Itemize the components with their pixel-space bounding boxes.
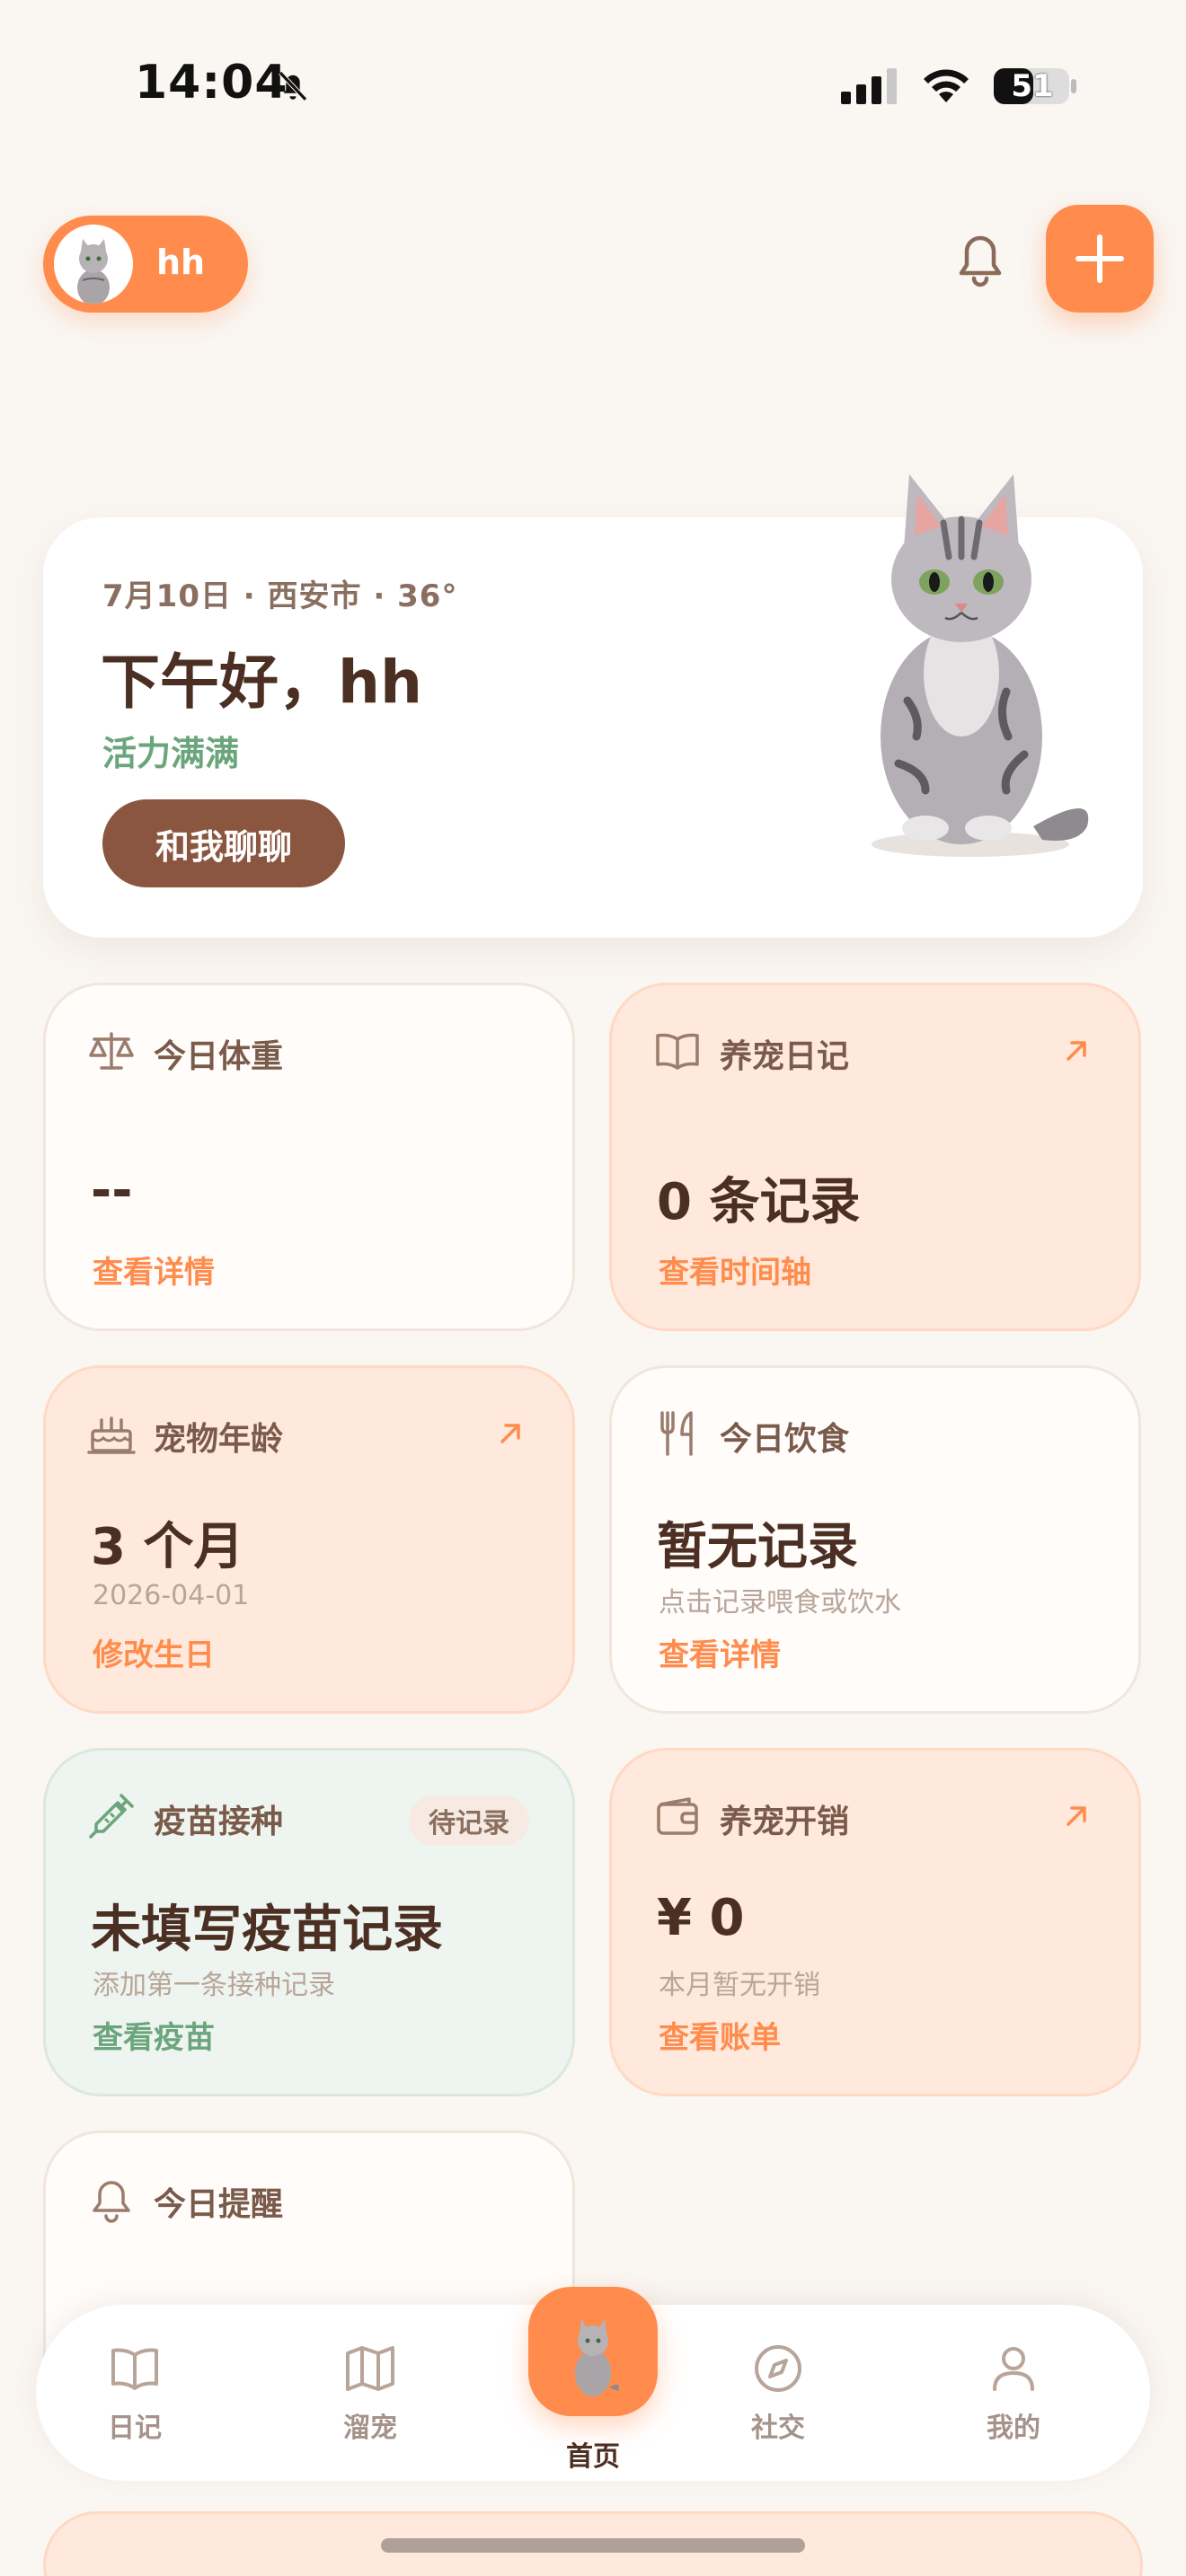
add-button[interactable] <box>1046 205 1154 313</box>
diet-hint: 点击记录喂食或饮水 <box>659 1587 901 1619</box>
weight-card[interactable]: 今日体重 -- 查看详情 <box>43 983 575 1331</box>
nav-social[interactable]: 社交 <box>724 2341 832 2445</box>
bottom-navigation: 日记 溜宠 首页 社交 我的 <box>36 2287 1150 2481</box>
battery-level: 51 <box>1011 68 1054 104</box>
diary-timeline-link[interactable]: 查看时间轴 <box>659 1248 811 1292</box>
cat-icon <box>575 2319 619 2396</box>
expense-hint: 本月暂无开销 <box>659 1970 820 2001</box>
diet-value: 暂无记录 <box>657 1518 858 1576</box>
nav-home[interactable] <box>528 2287 658 2416</box>
syringe-icon <box>89 1794 134 1839</box>
wifi-icon <box>924 69 969 102</box>
plus-icon <box>1075 234 1124 283</box>
arrow-up-right-icon[interactable] <box>495 1418 526 1449</box>
nav-walk[interactable]: 溜宠 <box>316 2341 424 2445</box>
profile-switch-button[interactable]: hh <box>43 216 248 313</box>
vaccine-card[interactable]: 疫苗接种 待记录 未填写疫苗记录 添加第一条接种记录 查看疫苗 <box>43 1748 575 2096</box>
nav-diary-label: 日记 <box>108 2413 162 2444</box>
birthday-date: 2026-04-01 <box>93 1580 250 1611</box>
weight-value: -- <box>91 1161 133 1220</box>
diet-title: 今日饮食 <box>720 1421 850 1458</box>
nav-diary[interactable]: 日记 <box>81 2341 189 2445</box>
expense-bill-link[interactable]: 查看账单 <box>659 2013 781 2057</box>
pet-age-value: 3 个月 <box>91 1518 244 1576</box>
wallet-icon <box>657 1797 698 1835</box>
edit-birthday-link[interactable]: 修改生日 <box>93 1630 215 1674</box>
pet-avatar <box>54 225 133 304</box>
nav-mine-label: 我的 <box>987 2413 1040 2444</box>
diary-card[interactable]: 养宠日记 0 条记录 查看时间轴 <box>609 983 1141 1331</box>
vaccine-view-link[interactable]: 查看疫苗 <box>93 2013 215 2057</box>
diary-title: 养宠日记 <box>720 1038 850 1075</box>
user-name: hh <box>156 243 206 282</box>
status-bar: 14:04 51 <box>0 0 1186 171</box>
date-location-weather: 7月10日 · 西安市 · 36° <box>102 578 458 614</box>
compass-icon <box>755 2345 801 2392</box>
vaccine-hint: 添加第一条接种记录 <box>93 1970 335 2001</box>
user-icon <box>993 2347 1034 2391</box>
bell-icon <box>93 2181 130 2223</box>
nav-home-label: 首页 <box>566 2441 620 2473</box>
expense-title: 养宠开销 <box>720 1804 850 1840</box>
pet-cat-illustration[interactable] <box>836 467 1105 862</box>
nav-social-label: 社交 <box>751 2413 805 2444</box>
diary-count: 0 条记录 <box>657 1173 861 1231</box>
greeting-title: 下午好，hh <box>101 648 422 717</box>
book-icon <box>111 2348 158 2390</box>
home-indicator <box>381 2538 805 2553</box>
arrow-up-right-icon[interactable] <box>1061 1036 1092 1066</box>
vaccine-status-badge: 待记录 <box>409 1795 529 1846</box>
fork-knife-icon <box>660 1411 693 1456</box>
status-time: 14:04 <box>135 56 288 110</box>
notification-bell-icon[interactable] <box>951 226 1010 291</box>
reminder-title: 今日提醒 <box>154 2186 284 2223</box>
cellular-signal-icon <box>841 68 897 104</box>
chat-button[interactable]: 和我聊聊 <box>102 799 345 887</box>
weight-title: 今日体重 <box>154 1038 284 1075</box>
pet-age-title: 宠物年龄 <box>154 1421 284 1458</box>
diet-details-link[interactable]: 查看详情 <box>659 1630 781 1674</box>
vaccine-value: 未填写疫苗记录 <box>91 1901 443 1959</box>
expense-card[interactable]: 养宠开销 ¥ 0 本月暂无开销 查看账单 <box>609 1748 1141 2096</box>
vaccine-title: 疫苗接种 <box>154 1804 284 1840</box>
nav-walk-label: 溜宠 <box>343 2413 397 2444</box>
silent-mode-icon <box>279 71 307 101</box>
pet-age-card[interactable]: 宠物年龄 3 个月 2026-04-01 修改生日 <box>43 1365 575 1714</box>
diet-card[interactable]: 今日饮食 暂无记录 点击记录喂食或饮水 查看详情 <box>609 1365 1141 1714</box>
scale-icon <box>89 1032 134 1070</box>
arrow-up-right-icon[interactable] <box>1061 1801 1092 1831</box>
nav-mine[interactable]: 我的 <box>960 2341 1067 2445</box>
map-icon <box>346 2346 394 2391</box>
pet-mood: 活力满满 <box>102 734 240 773</box>
weight-details-link[interactable]: 查看详情 <box>93 1248 215 1292</box>
book-icon <box>656 1033 699 1070</box>
birthday-cake-icon <box>87 1416 136 1454</box>
expense-value: ¥ 0 <box>657 1889 745 1947</box>
